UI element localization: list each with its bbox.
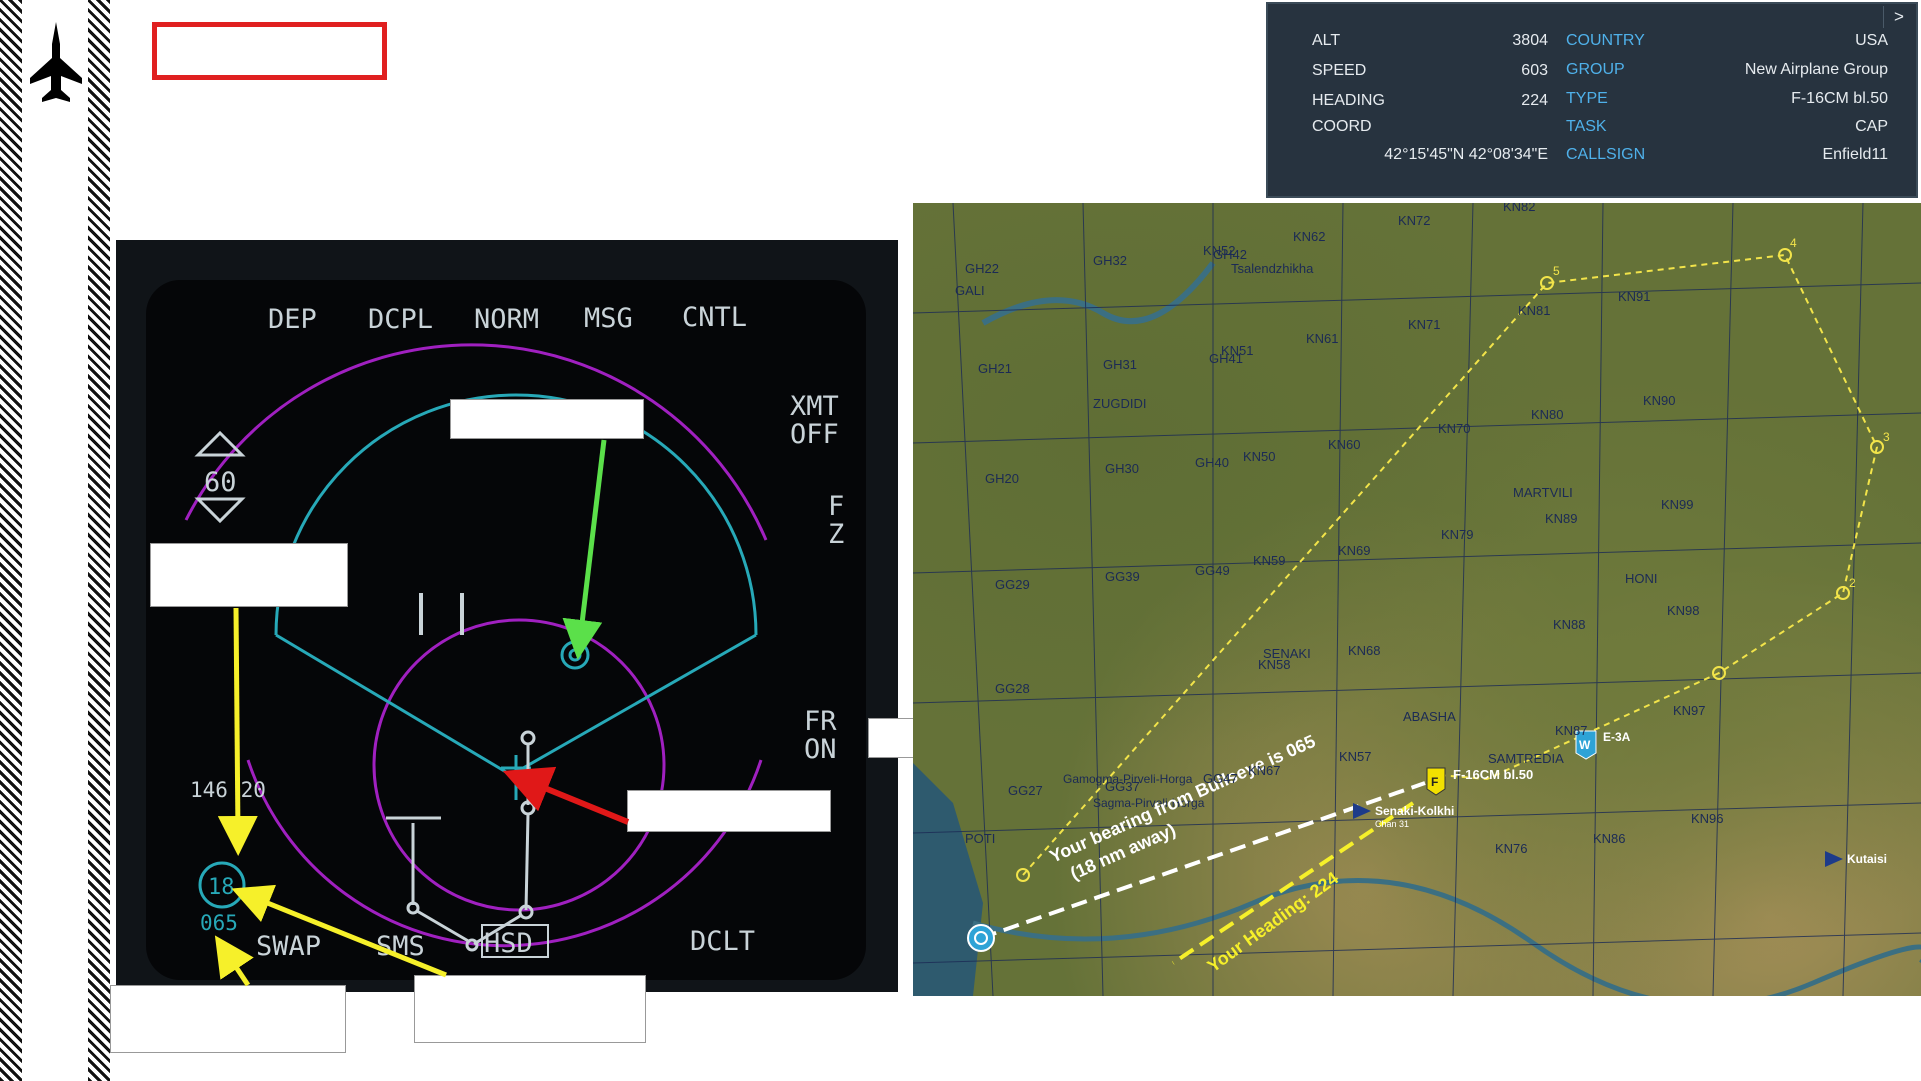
waypoint-label-5: 5 [1553, 264, 1560, 278]
map-grid-label: KN71 [1408, 317, 1441, 332]
map-grid-label: GG37 [1105, 779, 1140, 794]
map-grid-label: KN88 [1553, 617, 1586, 632]
airfield-icon-kutaisi[interactable] [1825, 851, 1843, 867]
waypoint-markers [1016, 248, 1884, 882]
map-grid-label: GG27 [1008, 783, 1043, 798]
country-label: COUNTRY [1566, 32, 1645, 49]
map-grid-label: KN82 [1503, 203, 1536, 214]
map-grid-label: GG47 [1203, 771, 1238, 786]
map-grid-label: KN79 [1441, 527, 1474, 542]
map-grid-label: KN89 [1545, 511, 1578, 526]
map-grid-label: KN87 [1555, 723, 1588, 738]
map-grid-label: GH40 [1195, 455, 1229, 470]
map-grid-label: GG28 [995, 681, 1030, 696]
map-grid-label: GG49 [1195, 563, 1230, 578]
alt-value: 3804 [1512, 32, 1548, 49]
group-label: GROUP [1566, 61, 1625, 78]
map-grid-label: KN69 [1338, 543, 1371, 558]
airfield-chan-senaki: Chan 31 [1375, 819, 1409, 829]
mission-map[interactable]: 5 4 3 2 F F-16CM bl.50 W E-3A Senaki-Kol… [913, 203, 1921, 996]
speed-label: SPEED [1312, 62, 1367, 79]
airfield-label-kutaisi: Kutaisi [1847, 852, 1887, 866]
map-grid-label: MARTVILI [1513, 485, 1573, 500]
map-grid-label: GH42 [1213, 247, 1247, 262]
heading-annotation: Your Heading: 224 [1204, 868, 1343, 976]
group-value: New Airplane Group [1744, 61, 1888, 78]
callsign-label: CALLSIGN [1566, 146, 1646, 163]
airfield-label-senaki: Senaki-Kolkhi [1375, 804, 1454, 818]
player-label: F-16CM bl.50 [1453, 767, 1533, 782]
type-label: TYPE [1566, 90, 1608, 107]
map-grid-label: KN99 [1661, 497, 1694, 512]
waypoint-label-4: 4 [1790, 236, 1797, 250]
type-value: F-16CM bl.50 [1791, 90, 1888, 107]
map-grid-label: KN72 [1398, 213, 1431, 228]
task-label: TASK [1566, 118, 1607, 135]
heading-label: HEADING [1312, 92, 1385, 109]
map-grid-label: KN67 [1248, 763, 1281, 778]
map-grid-label: GH32 [1093, 253, 1127, 268]
alt-label: ALT [1312, 32, 1341, 49]
waypoint-label-2: 2 [1849, 576, 1856, 590]
map-grid-label: KN61 [1306, 331, 1339, 346]
map-grid-label: GH30 [1105, 461, 1139, 476]
close-panel-button[interactable]: > [1883, 6, 1914, 28]
map-grid-label: KN86 [1593, 831, 1626, 846]
map-grid-label: GH20 [985, 471, 1019, 486]
map-grid-label: KN68 [1348, 643, 1381, 658]
map-grid-label: GH21 [978, 361, 1012, 376]
airfield-icon-senaki[interactable] [1353, 803, 1371, 819]
map-grid-label: KN50 [1243, 449, 1276, 464]
waypoint-label-3: 3 [1883, 430, 1890, 444]
map-grid-label: ABASHA [1403, 709, 1456, 724]
map-grid-label: KN97 [1673, 703, 1706, 718]
unit-info-panel: > ALT 3804 SPEED 603 HEADING 224 COORD 4… [1266, 2, 1918, 198]
map-grid-label: HONI [1625, 571, 1658, 586]
svg-text:W: W [1579, 738, 1591, 752]
map-grid-label: KN60 [1328, 437, 1361, 452]
map-grid-label: SAMTREDIA [1488, 751, 1564, 766]
svg-text:F: F [1431, 775, 1438, 789]
coord-value: 42°15'45"N 42°08'34"E [1384, 146, 1548, 163]
awacs-label: E-3A [1603, 730, 1631, 744]
task-value: CAP [1855, 118, 1888, 135]
coord-label: COORD [1312, 118, 1372, 135]
map-grid-label: KN81 [1518, 303, 1551, 318]
map-grid-label: KN62 [1293, 229, 1326, 244]
map-grid-label: KN80 [1531, 407, 1564, 422]
map-grid-label: GH41 [1209, 351, 1243, 366]
country-value: USA [1855, 32, 1888, 49]
map-grid-label: Tsalendzhikha [1231, 261, 1314, 276]
player-aircraft-icon[interactable]: F [1426, 767, 1446, 796]
river [981, 261, 1216, 326]
map-grid-label: GH31 [1103, 357, 1137, 372]
map-grid-label: GALI [955, 283, 985, 298]
map-grid-label: KN91 [1618, 289, 1651, 304]
bullseye-map-icon [967, 924, 995, 952]
map-grid-label: GG39 [1105, 569, 1140, 584]
map-grid-label: GG29 [995, 577, 1030, 592]
map-grid-label: SENAKI [1263, 646, 1311, 661]
map-grid-label: KN70 [1438, 421, 1471, 436]
map-grid-label: KN90 [1643, 393, 1676, 408]
map-grid-label: KN59 [1253, 553, 1286, 568]
callsign-value: Enfield11 [1822, 146, 1888, 163]
map-grid-label: GH22 [965, 261, 999, 276]
map-grid-label: ZUGDIDI [1093, 396, 1146, 411]
map-grid-label: KN98 [1667, 603, 1700, 618]
map-grid-label: POTI [965, 831, 995, 846]
map-grid-label: KN57 [1339, 749, 1372, 764]
heading-value: 224 [1521, 92, 1548, 109]
map-grid-label: KN96 [1691, 811, 1724, 826]
speed-value: 603 [1521, 62, 1548, 79]
map-grid-label: KN76 [1495, 841, 1528, 856]
